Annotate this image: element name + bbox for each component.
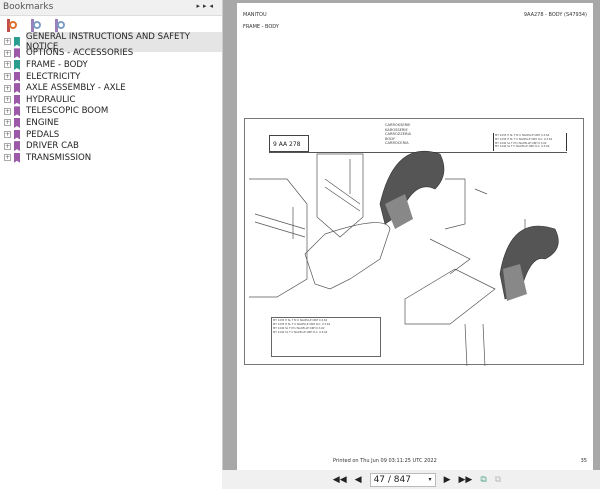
last-page-icon[interactable]: ▶▶: [458, 475, 472, 485]
expand-icon[interactable]: +: [4, 73, 11, 81]
chevron-down-icon[interactable]: ▾: [429, 476, 432, 483]
bookmark-icon: [14, 71, 20, 82]
bookmark-item[interactable]: + TELESCOPIC BOOM: [0, 106, 222, 118]
panel-splitter[interactable]: [222, 0, 234, 470]
page-brand: MANITOU: [243, 12, 267, 18]
bookmark-label: ENGINE: [26, 117, 59, 128]
navigation-toolbar: ◀◀ ◀ 47 / 847 ▾ ▶ ▶▶ ⧉ ⧉: [234, 470, 600, 489]
bookmark-label: DRIVER CAB: [26, 141, 79, 152]
next-page-icon[interactable]: ▶: [444, 475, 451, 485]
expand-icon[interactable]: +: [4, 119, 11, 127]
bookmark-add-icon[interactable]: [7, 19, 17, 32]
bookmark-icon: [14, 152, 20, 163]
expand-icon[interactable]: +: [4, 49, 11, 57]
bookmark-label: PEDALS: [26, 129, 60, 140]
bookmark-icon: [14, 141, 20, 152]
previous-page-icon[interactable]: ◀: [355, 475, 362, 485]
expand-icon[interactable]: +: [4, 96, 11, 104]
bookmark-icon: [14, 129, 20, 140]
expand-panel-icon[interactable]: ▸▸: [196, 2, 209, 10]
bookmark-icon: [14, 48, 20, 59]
bookmark-item[interactable]: + AXLE ASSEMBLY - AXLE: [0, 82, 222, 94]
document-viewer: MANITOU 9AA278 - BODY (S47934) FRAME - B…: [234, 0, 600, 470]
next-view-icon[interactable]: ⧉: [495, 475, 501, 485]
bookmark-item[interactable]: + DRIVER CAB: [0, 140, 222, 152]
bookmark-item[interactable]: + ELECTRICITY: [0, 71, 222, 83]
bookmark-label: OPTIONS - ACCESSORIES: [26, 48, 134, 59]
bookmark-icon: [14, 36, 20, 47]
bookmark-item[interactable]: + FRAME - BODY: [0, 59, 222, 71]
expand-icon[interactable]: +: [4, 107, 11, 115]
bookmark-label: HYDRAULIC: [26, 94, 76, 105]
pdf-page: MANITOU 9AA278 - BODY (S47934) FRAME - B…: [237, 3, 593, 470]
bookmark-icon: [14, 106, 20, 117]
bookmark-tree: + GENERAL INSTRUCTIONS AND SAFETY NOTICE +…: [0, 31, 222, 164]
bookmark-label: TRANSMISSION: [26, 152, 92, 163]
bookmark-expand-icon[interactable]: [31, 19, 41, 32]
bookmark-icon: [14, 83, 20, 94]
page-indicator: 47 / 847: [373, 474, 411, 485]
expand-icon[interactable]: +: [4, 84, 11, 92]
bookmark-label: AXLE ASSEMBLY - AXLE: [26, 83, 126, 94]
bookmarks-header: Bookmarks ▸▸◂: [0, 0, 222, 16]
page-number: 35: [580, 458, 587, 464]
bookmarks-panel: Bookmarks ▸▸◂ + GENERAL INSTRUCTIONS AND …: [0, 0, 222, 489]
previous-view-icon[interactable]: ⧉: [480, 475, 486, 485]
bookmark-label: ELECTRICITY: [26, 71, 81, 82]
bookmark-icon: [14, 59, 20, 70]
expand-icon[interactable]: +: [4, 61, 11, 69]
bookmark-item[interactable]: + PEDALS: [0, 129, 222, 141]
printed-on-footer: Printed on Thu Jun 09 03:11:25 UTC 2022: [333, 458, 437, 464]
bookmark-item[interactable]: + ENGINE: [0, 117, 222, 129]
bookmark-item[interactable]: + HYDRAULIC: [0, 94, 222, 106]
bookmark-label: TELESCOPIC BOOM: [26, 106, 109, 117]
bookmarks-title: Bookmarks: [3, 2, 54, 12]
bookmark-icon: [14, 94, 20, 105]
page-section: FRAME - BODY: [243, 24, 279, 30]
first-page-icon[interactable]: ◀◀: [333, 475, 347, 485]
bookmark-item[interactable]: + GENERAL INSTRUCTIONS AND SAFETY NOTICE: [0, 31, 222, 52]
expand-icon[interactable]: +: [4, 154, 11, 162]
bookmark-collapse-icon[interactable]: [55, 19, 65, 32]
expand-icon[interactable]: +: [4, 131, 11, 139]
bookmark-label: FRAME - BODY: [26, 59, 88, 70]
bookmark-icon: [14, 117, 20, 128]
page-number-input[interactable]: 47 / 847 ▾: [369, 472, 436, 487]
expand-icon[interactable]: +: [4, 142, 11, 150]
page-doc-ref: 9AA278 - BODY (S47934): [523, 12, 587, 18]
collapse-panel-icon[interactable]: ◂: [209, 2, 216, 10]
bookmark-item[interactable]: + TRANSMISSION: [0, 152, 222, 164]
expand-icon[interactable]: +: [4, 38, 11, 46]
parts-diagram: 9 AA 278 CARROSSERIE KAROSSERIE CARROZZERI…: [244, 118, 584, 366]
